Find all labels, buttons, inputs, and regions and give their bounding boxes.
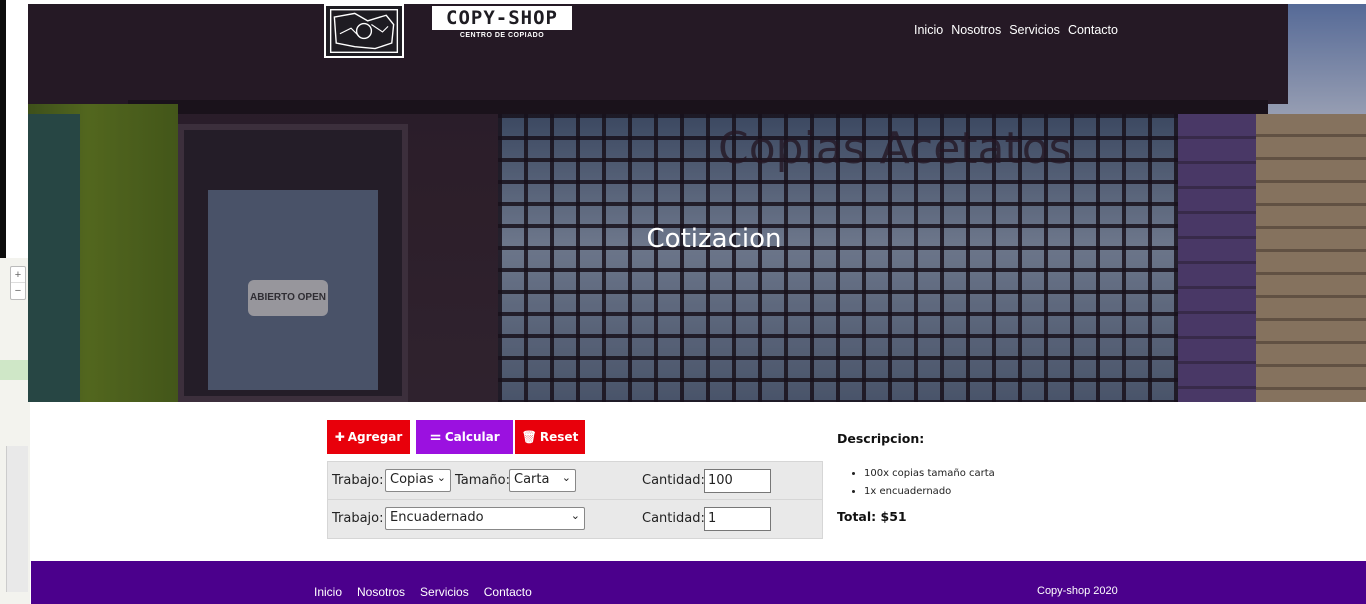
footer-nav: Inicio Nosotros Servicios Contacto [314,585,532,599]
map-zoom-control[interactable]: + − [10,266,26,300]
dark-strip [0,0,6,258]
total-amount: Total: $51 [837,509,907,524]
footer-nav-contacto[interactable]: Contacto [484,585,532,599]
plus-icon: ✚ [334,430,345,444]
tamano-select-value: Carta [514,472,550,487]
reset-button[interactable]: 🗑 Reset [515,420,585,454]
tamano-select[interactable]: Carta ⌄ [509,469,576,492]
cantidad-input[interactable]: 1 [704,507,771,531]
footer-nav-servicios[interactable]: Servicios [420,585,469,599]
chevron-down-icon: ⌄ [561,471,571,484]
footer-nav-inicio[interactable]: Inicio [314,585,342,599]
nav-contacto[interactable]: Contacto [1068,23,1118,37]
add-button-label: Agregar [347,430,403,444]
hero-banner: ABIERTO OPEN Copias Acetatos COPY-SHOP C… [28,4,1366,402]
trabajo-select-value: Encuadernado [390,510,484,525]
quote-row: Trabajo: Copias ⌄ Tamaño: Carta ⌄ Cantid… [328,462,822,500]
chevron-down-icon: ⌄ [436,471,446,484]
zoom-out-button[interactable]: − [15,285,21,297]
cantidad-label: Cantidad: [642,511,705,526]
logo-subtitle: CENTRO DE COPIADO [459,32,545,39]
reset-button-label: Reset [539,430,579,444]
description-list: 100x copias tamaño carta 1x encuadernado [864,468,1137,497]
zoom-in-button[interactable]: + [11,267,25,283]
copyright: Copy-shop 2020 [1037,585,1118,597]
action-buttons: ✚ Agregar = Calcular 🗑 Reset [327,420,585,454]
hero-overlay [28,4,1366,402]
cantidad-label: Cantidad: [642,473,705,488]
list-item: 1x encuadernado [864,486,1137,497]
footer-nav-nosotros[interactable]: Nosotros [357,585,405,599]
logo-wordmark[interactable]: COPY-SHOP CENTRO DE COPIADO [432,6,572,44]
nav-inicio[interactable]: Inicio [914,23,943,37]
chevron-down-icon: ⌄ [570,509,580,522]
nav-nosotros[interactable]: Nosotros [951,23,1001,37]
nav-servicios[interactable]: Servicios [1009,23,1060,37]
list-item: 100x copias tamaño carta [864,468,1137,479]
quote-row: Trabajo: Encuadernado ⌄ Cantidad: 1 [328,500,822,538]
tamano-label: Tamaño: [455,473,510,488]
trabajo-select[interactable]: Encuadernado ⌄ [385,507,585,530]
embedded-map-fragment: + − [0,0,30,604]
cantidad-input[interactable]: 100 [704,469,771,493]
calculate-button-label: Calcular [444,430,500,444]
trabajo-select-value: Copias [390,472,434,487]
equals-icon: = [429,428,442,446]
quote-form: Trabajo: Copias ⌄ Tamaño: Carta ⌄ Cantid… [327,461,823,539]
logo-emblem-graphic [329,9,399,53]
trabajo-label: Trabajo: [332,511,384,526]
page-title: Cotizacion [646,224,782,254]
trabajo-label: Trabajo: [332,473,384,488]
logo-emblem[interactable] [324,4,404,58]
description-heading: Descripcion: [837,431,925,446]
trabajo-select[interactable]: Copias ⌄ [385,469,451,492]
add-button[interactable]: ✚ Agregar [327,420,410,454]
footer: Inicio Nosotros Servicios Contacto Copy-… [31,561,1366,604]
logo-title: COPY-SHOP [432,6,572,30]
trash-icon: 🗑 [521,430,537,444]
map-green-area [0,360,30,380]
map-side-panel [6,446,28,592]
top-nav: Inicio Nosotros Servicios Contacto [914,23,1118,37]
calculate-button[interactable]: = Calcular [416,420,513,454]
description-panel: Descripcion: 100x copias tamaño carta 1x… [837,431,1137,524]
page-title-wrap: Cotizacion [28,224,1366,254]
